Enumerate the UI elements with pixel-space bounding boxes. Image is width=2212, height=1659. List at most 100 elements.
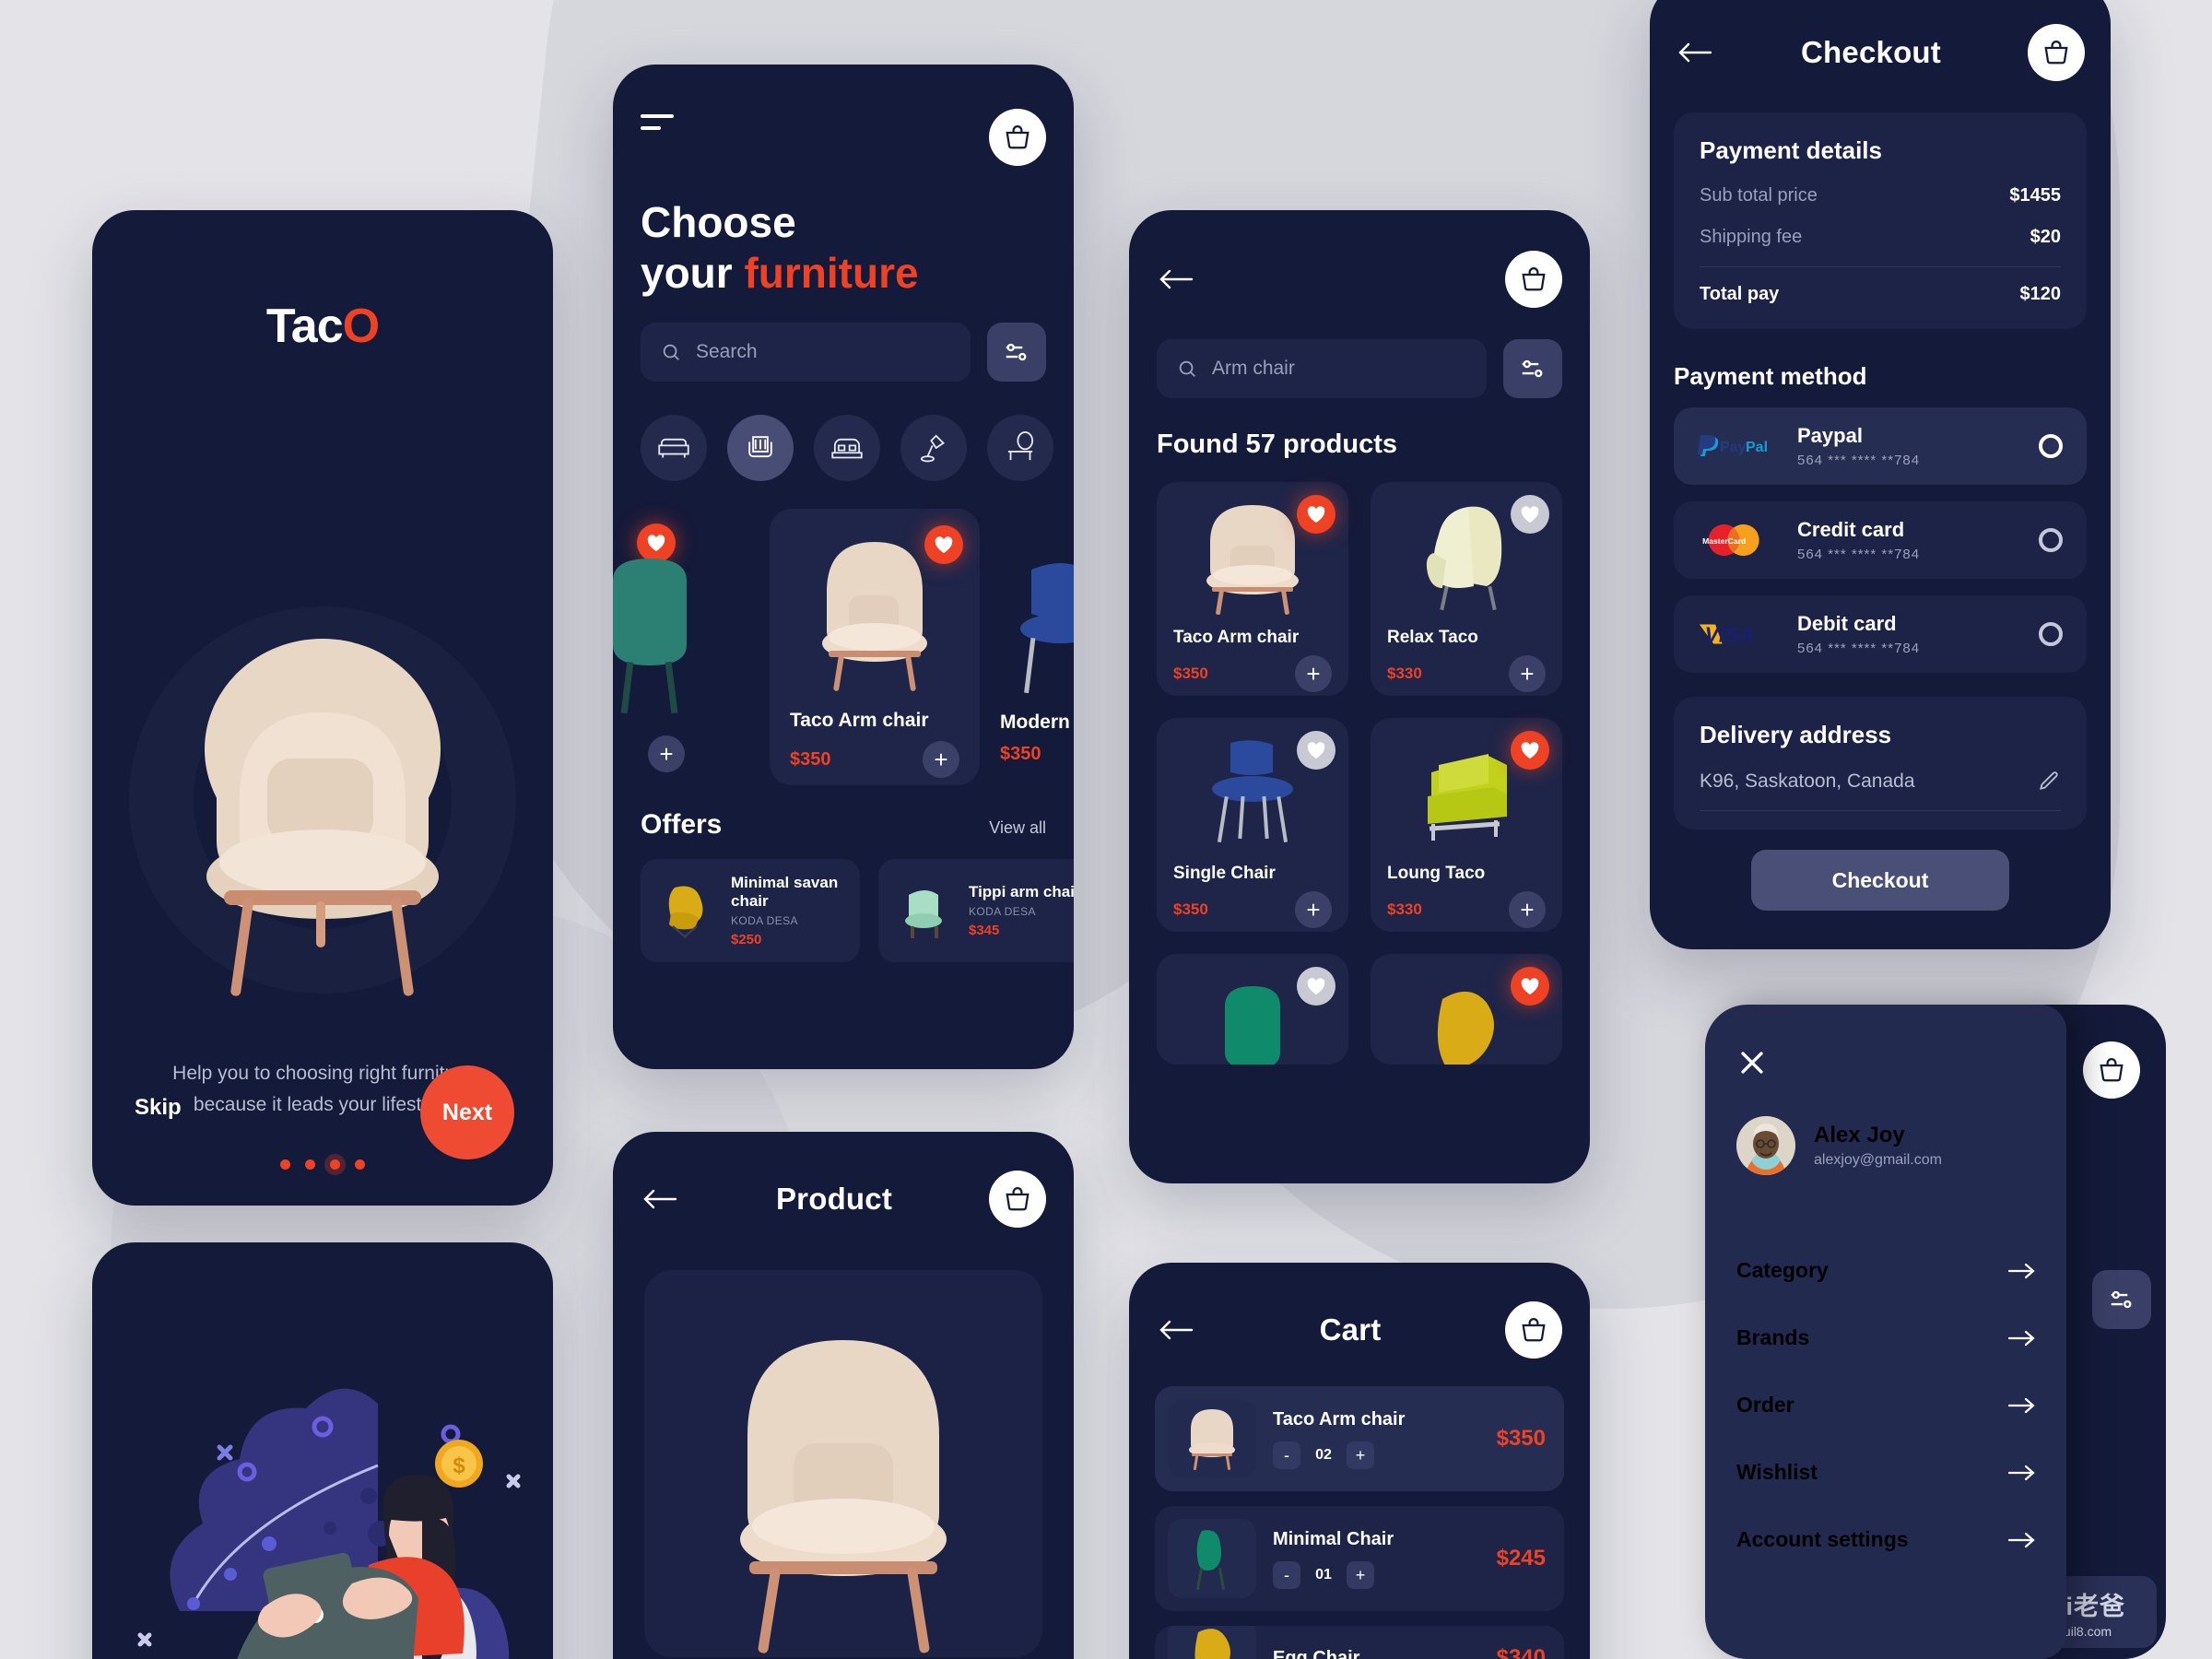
search-value: Arm chair <box>1212 358 1295 379</box>
radio-selected[interactable] <box>2039 434 2063 458</box>
add-to-cart-button[interactable]: + <box>1509 891 1546 928</box>
cart-item[interactable]: Egg Chair $340 <box>1155 1626 1564 1659</box>
cart-button[interactable] <box>2027 24 2085 81</box>
radio-unselected[interactable] <box>2039 622 2063 646</box>
offer-card[interactable]: Minimal savan chair KODA DESA $250 <box>641 859 860 962</box>
filter-button[interactable] <box>1503 339 1562 398</box>
drawer-item-wishlist[interactable]: Wishlist <box>1736 1460 2035 1485</box>
product-card-partial-left[interactable]: + <box>613 509 749 785</box>
cart-item[interactable]: Taco Arm chair - 02 + $350 <box>1155 1386 1564 1491</box>
result-card[interactable]: Single Chair $350 + <box>1157 718 1348 932</box>
drawer-item-account-settings[interactable]: Account settings <box>1736 1527 2035 1552</box>
results-grid-row3[interactable] <box>1157 954 1562 1065</box>
search-input[interactable]: Arm chair <box>1157 339 1487 398</box>
cart-button[interactable] <box>1505 251 1562 308</box>
favorite-badge[interactable] <box>1297 495 1335 534</box>
quantity-stepper[interactable]: - 02 + <box>1273 1441 1480 1469</box>
close-icon[interactable] <box>1736 1047 1768 1078</box>
pagination-dot[interactable] <box>305 1159 315 1170</box>
drawer-item-order[interactable]: Order <box>1736 1393 2035 1418</box>
favorite-badge[interactable] <box>1297 967 1335 1006</box>
category-armchair[interactable] <box>727 415 794 481</box>
payment-option-credit-card[interactable]: MasterCard Credit card 564 *** **** **78… <box>1674 501 2087 579</box>
menu-hamburger-icon[interactable] <box>641 109 677 136</box>
result-price: $350 <box>1173 900 1208 918</box>
decrement-button[interactable]: - <box>1273 1560 1300 1589</box>
result-card[interactable] <box>1157 954 1348 1065</box>
favorite-badge[interactable] <box>1511 731 1549 770</box>
checkout-button[interactable]: Checkout <box>1751 850 2009 911</box>
increment-button[interactable]: + <box>1347 1560 1374 1589</box>
offer-card[interactable]: Tippi arm chair KODA DESA $345 <box>878 859 1074 962</box>
quantity-stepper[interactable]: - 01 + <box>1273 1560 1480 1589</box>
favorite-badge[interactable] <box>1511 967 1549 1006</box>
cart-button[interactable] <box>1504 1301 1562 1359</box>
offer-thumb <box>657 881 716 940</box>
add-to-cart-button[interactable]: + <box>1509 655 1546 692</box>
add-to-cart-button[interactable]: + <box>1295 891 1332 928</box>
favorite-badge[interactable] <box>1297 731 1335 770</box>
sliders-icon <box>1522 359 1543 378</box>
skip-button[interactable]: Skip <box>135 1095 182 1121</box>
filter-button[interactable] <box>987 323 1046 382</box>
decrement-button[interactable]: - <box>1273 1441 1300 1469</box>
product-card-taco-arm-chair[interactable]: Taco Arm chair $350 + <box>770 509 980 785</box>
pagination-dot-active[interactable] <box>330 1159 340 1170</box>
increment-button[interactable]: + <box>1347 1441 1374 1469</box>
cart-button[interactable] <box>988 1171 1046 1228</box>
product-hero-image <box>644 1270 1042 1657</box>
onboarding-pagination-dots[interactable] <box>92 1159 553 1170</box>
mastercard-logo: MasterCard <box>1698 522 1777 559</box>
edit-pencil-icon[interactable] <box>2037 770 2061 794</box>
back-button[interactable] <box>1676 33 1714 72</box>
drawer-menu[interactable]: Category Brands Order Wishlist Account s… <box>1736 1258 2035 1552</box>
drawer-item-category[interactable]: Category <box>1736 1258 2035 1283</box>
category-lamp[interactable] <box>900 415 967 481</box>
product-rail[interactable]: + Taco Arm chair $350 + Modern $350 <box>613 509 1074 785</box>
product-image <box>822 542 927 691</box>
row-label: Sub total price <box>1700 185 1818 206</box>
category-dresser[interactable] <box>987 415 1053 481</box>
row-label: Shipping fee <box>1700 227 1803 247</box>
category-bed[interactable] <box>814 415 880 481</box>
payment-option-paypal[interactable]: Pay Pal Paypal 564 *** **** **784 <box>1674 407 2087 485</box>
back-button[interactable] <box>1157 260 1195 299</box>
user-profile[interactable]: Alex Joy alexjoy@gmail.com <box>1736 1116 2035 1175</box>
pagination-dot[interactable] <box>355 1159 365 1170</box>
offer-price: $250 <box>731 932 762 947</box>
cart-button[interactable] <box>2083 1041 2140 1099</box>
category-row[interactable] <box>641 415 1053 481</box>
back-button[interactable] <box>1157 1311 1195 1349</box>
search-input[interactable]: Search <box>641 323 971 382</box>
payment-option-debit-card[interactable]: VISA Debit card 564 *** **** **784 <box>1674 595 2087 673</box>
result-card[interactable]: Loung Taco $330 + <box>1371 718 1562 932</box>
person-with-tablet-illustration: $ $ <box>137 1388 521 1659</box>
result-card[interactable]: Taco Arm chair $350 + <box>1157 482 1348 696</box>
next-button[interactable]: Next <box>420 1065 514 1159</box>
favorite-badge[interactable] <box>1511 495 1549 534</box>
results-grid[interactable]: Taco Arm chair $350 + Relax Taco $330 + … <box>1157 482 1562 932</box>
result-card[interactable] <box>1371 954 1562 1065</box>
category-sofa[interactable] <box>641 415 707 481</box>
add-to-cart-button[interactable]: + <box>648 735 685 772</box>
add-to-cart-button[interactable]: + <box>923 741 959 778</box>
cart-button[interactable] <box>989 109 1046 166</box>
payment-option-name: Paypal <box>1797 424 1863 447</box>
result-card[interactable]: Relax Taco $330 + <box>1371 482 1562 696</box>
back-button[interactable] <box>641 1180 679 1218</box>
result-price: $330 <box>1387 900 1422 918</box>
cart-item-list[interactable]: Taco Arm chair - 02 + $350 Minimal Chair… <box>1129 1386 1590 1659</box>
side-drawer: Alex Joy alexjoy@gmail.com Category Bran… <box>1705 1005 2066 1659</box>
product-card-partial-right[interactable]: Modern Arm chair $350 <box>1000 509 1074 785</box>
favorite-badge[interactable] <box>924 525 963 564</box>
add-to-cart-button[interactable]: + <box>1295 655 1332 692</box>
view-all-link[interactable]: View all <box>989 818 1046 838</box>
drawer-item-brands[interactable]: Brands <box>1736 1325 2035 1350</box>
filter-button[interactable] <box>2092 1270 2151 1329</box>
offers-rail[interactable]: Minimal savan chair KODA DESA $250 Tippi… <box>641 859 1074 962</box>
svg-text:VISA: VISA <box>1705 623 1754 647</box>
pagination-dot[interactable] <box>280 1159 290 1170</box>
cart-item[interactable]: Minimal Chair - 01 + $245 <box>1155 1506 1564 1611</box>
radio-unselected[interactable] <box>2039 528 2063 552</box>
offer-price: $345 <box>969 923 1000 938</box>
